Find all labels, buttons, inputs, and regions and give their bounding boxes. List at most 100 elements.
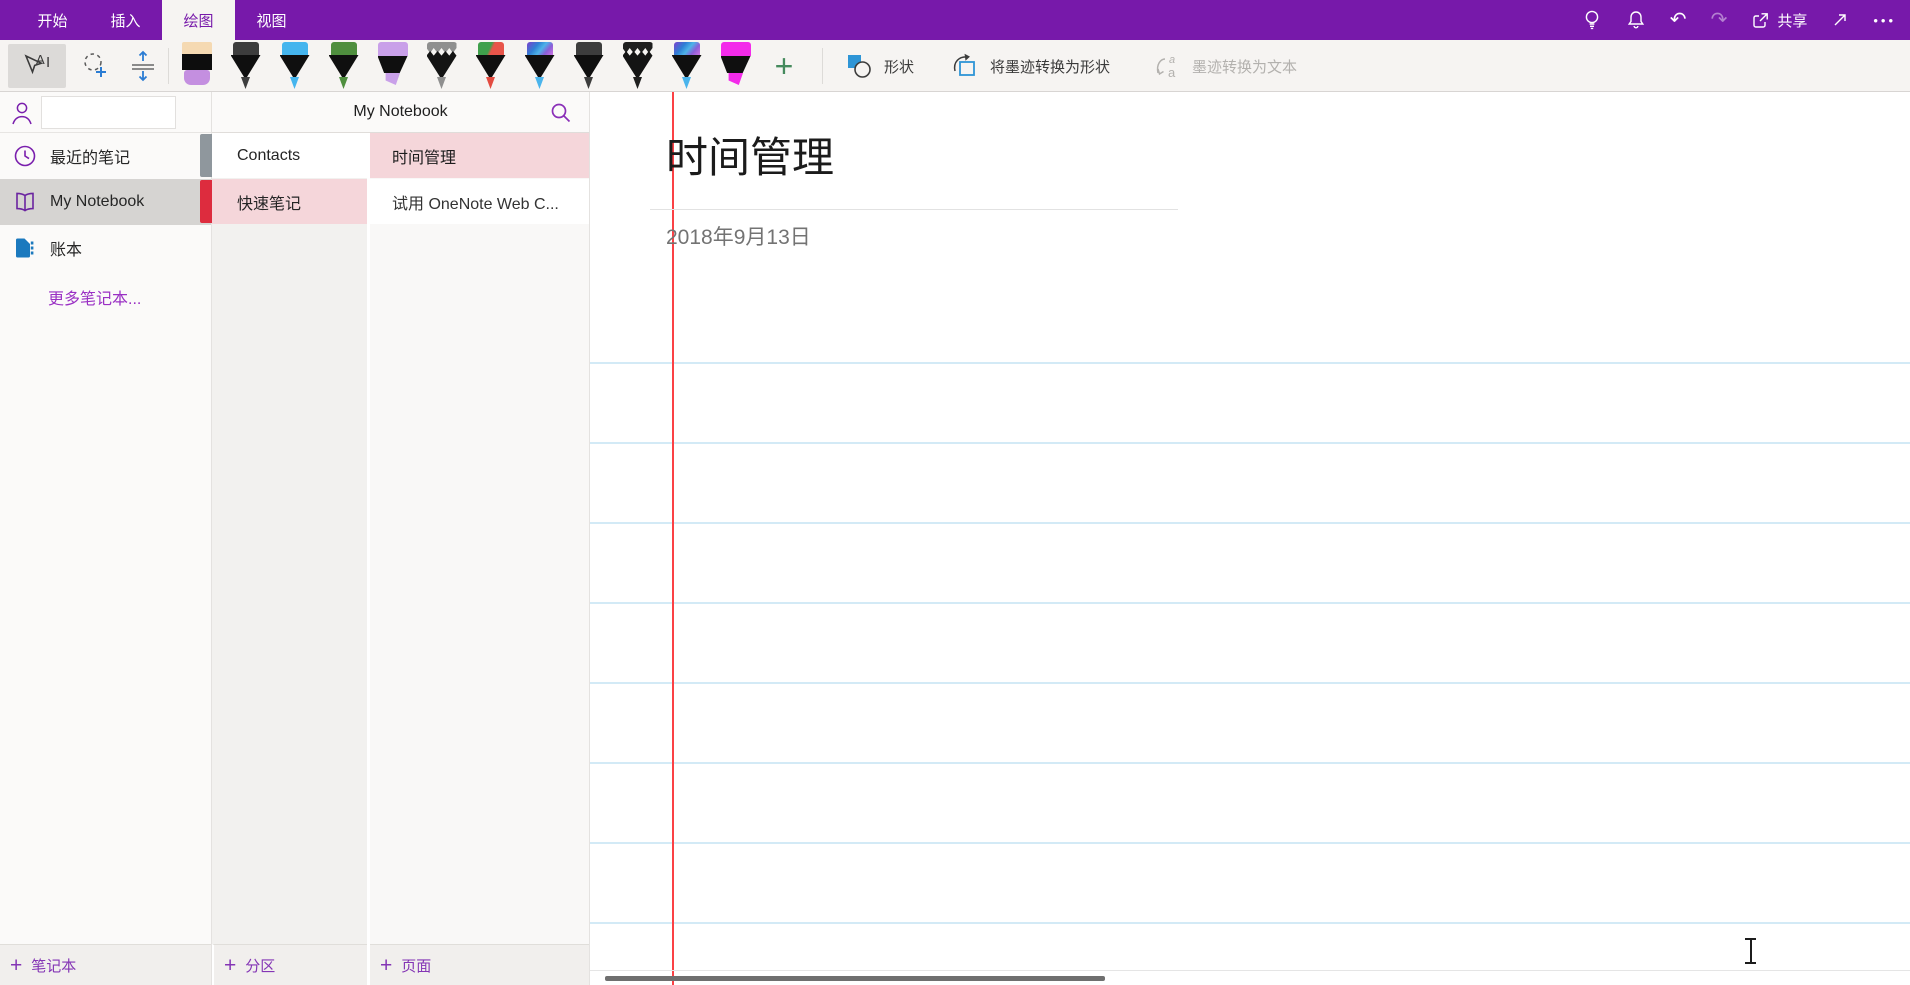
horizontal-scrollbar[interactable] [605, 976, 1105, 981]
insert-space-button[interactable] [120, 44, 166, 88]
ruled-line [590, 842, 1910, 844]
section-label: 快速笔记 [237, 190, 301, 214]
search-icon[interactable] [549, 101, 573, 125]
ruled-line [590, 682, 1910, 684]
page-label: 时间管理 [392, 144, 456, 168]
plus-icon: + [224, 955, 236, 976]
share-label: 共享 [1777, 10, 1807, 31]
new-section-button[interactable]: + 分区 [212, 944, 367, 985]
pen-rainbow[interactable] [466, 40, 515, 92]
share-button[interactable]: 共享 [1751, 10, 1807, 31]
ink-to-shape-button[interactable]: 将墨迹转换为形状 [938, 44, 1122, 88]
highlighter-lavender[interactable] [368, 40, 417, 92]
tab-view[interactable]: 视图 [235, 0, 308, 40]
plus-icon: + [380, 955, 392, 976]
pen-galaxy-2[interactable] [662, 40, 711, 92]
pen-blue[interactable] [270, 40, 319, 92]
pen-black[interactable] [221, 40, 270, 92]
page-date: 2018年9月13日 [666, 221, 811, 251]
tab-insert[interactable]: 插入 [89, 0, 162, 40]
tab-draw[interactable]: 绘图 [162, 0, 235, 40]
sidebar-search-row [0, 92, 211, 133]
ink-to-shape-icon [950, 51, 980, 81]
undo-icon[interactable]: ↶ [1670, 10, 1687, 30]
lasso-icon [80, 50, 110, 82]
select-tool-button[interactable]: A I [8, 44, 66, 88]
tab-home[interactable]: 开始 [16, 0, 89, 40]
sidebar-item-label: My Notebook [50, 193, 144, 211]
canvas-bottom-line [590, 970, 1910, 971]
search-input[interactable] [41, 96, 176, 129]
share-icon [1751, 11, 1770, 30]
navigation-sidebar: 最近的笔记 My Notebook 账本 更多笔记本... [0, 92, 212, 985]
sidebar-item-recent-notes[interactable]: 最近的笔记 [0, 133, 211, 179]
highlighter-magenta[interactable] [711, 40, 760, 92]
section-item-quick-notes[interactable]: 快速笔记 [212, 179, 367, 224]
section-item-contacts[interactable]: Contacts [212, 133, 367, 178]
pen-green[interactable] [319, 40, 368, 92]
ruled-line [590, 602, 1910, 604]
lasso-select-button[interactable] [72, 44, 118, 88]
onenote-app: 开始 插入 绘图 视图 ↶ ↷ 共享 ••• [0, 0, 1910, 985]
page-item-web-clipper[interactable]: 试用 OneNote Web C... [370, 179, 589, 224]
ink-to-shape-label: 将墨迹转换为形状 [990, 56, 1110, 77]
page-canvas[interactable]: 时间管理 2018年9月13日 [590, 92, 1910, 985]
page-label: 试用 OneNote Web C... [392, 190, 559, 214]
ink-to-text-icon: a a [1152, 51, 1182, 81]
title-underline [650, 209, 1178, 210]
plus-icon: + [10, 955, 22, 976]
sidebar-item-ledger-notebook[interactable]: 账本 [0, 225, 211, 271]
shapes-label: 形状 [884, 56, 914, 77]
sidebar-item-label: 账本 [50, 236, 82, 260]
open-book-icon [12, 189, 38, 215]
ruled-line [590, 362, 1910, 364]
more-options-icon[interactable]: ••• [1873, 13, 1896, 28]
section-list: Contacts 快速笔记 + 分区 [212, 133, 367, 985]
new-page-label: 页面 [401, 955, 431, 976]
select-cursor-icon: A I [20, 51, 54, 81]
notebook-panel: My Notebook Contacts 快速笔记 [212, 92, 590, 985]
pen-gallery [172, 40, 760, 92]
svg-text:A: A [36, 52, 45, 67]
page-title[interactable]: 时间管理 [666, 132, 834, 185]
blue-notebook-icon [12, 235, 38, 261]
clock-icon [12, 143, 38, 169]
svg-text:I: I [46, 54, 50, 71]
page-item-time-management[interactable]: 时间管理 [370, 133, 589, 178]
insert-space-icon [128, 49, 158, 83]
ruled-line [590, 922, 1910, 924]
page-list: 时间管理 试用 OneNote Web C... + 页面 [367, 133, 589, 985]
shapes-icon [844, 51, 874, 81]
redo-icon[interactable]: ↷ [1711, 10, 1728, 30]
ribbon-separator [168, 48, 169, 84]
pen-galaxy[interactable] [515, 40, 564, 92]
sidebar-item-my-notebook[interactable]: My Notebook [0, 179, 211, 225]
section-color-tab [200, 180, 212, 223]
main-area: 最近的笔记 My Notebook 账本 更多笔记本... [0, 92, 1910, 985]
notebook-columns: Contacts 快速笔记 + 分区 时间管理 [212, 133, 589, 985]
notifications-bell-icon[interactable] [1626, 9, 1646, 31]
add-pen-button[interactable]: + [762, 44, 806, 88]
pencil-black[interactable] [613, 40, 662, 92]
section-label: Contacts [237, 147, 300, 165]
more-notebooks-link[interactable]: 更多笔记本... [0, 285, 211, 309]
add-pen-plus-icon: + [775, 50, 794, 82]
fullscreen-icon[interactable] [1831, 11, 1849, 29]
pencil-gray[interactable] [417, 40, 466, 92]
titlebar-actions: ↶ ↷ 共享 ••• [1582, 0, 1896, 40]
tips-lightbulb-icon[interactable] [1582, 9, 1602, 31]
titlebar: 开始 插入 绘图 视图 ↶ ↷ 共享 ••• [0, 0, 1910, 40]
shapes-button[interactable]: 形状 [832, 44, 926, 88]
sidebar-item-label: 最近的笔记 [50, 144, 130, 168]
ruled-line [590, 442, 1910, 444]
new-notebook-button[interactable]: + 笔记本 [0, 944, 211, 985]
section-color-tab [200, 134, 212, 177]
user-account-icon[interactable] [9, 99, 35, 126]
new-notebook-label: 笔记本 [31, 955, 76, 976]
pen-darkgray[interactable] [564, 40, 613, 92]
ribbon-separator [822, 48, 823, 84]
ruled-line [590, 522, 1910, 524]
eraser-tool[interactable] [172, 40, 221, 92]
new-section-label: 分区 [245, 955, 275, 976]
new-page-button[interactable]: + 页面 [370, 944, 589, 985]
